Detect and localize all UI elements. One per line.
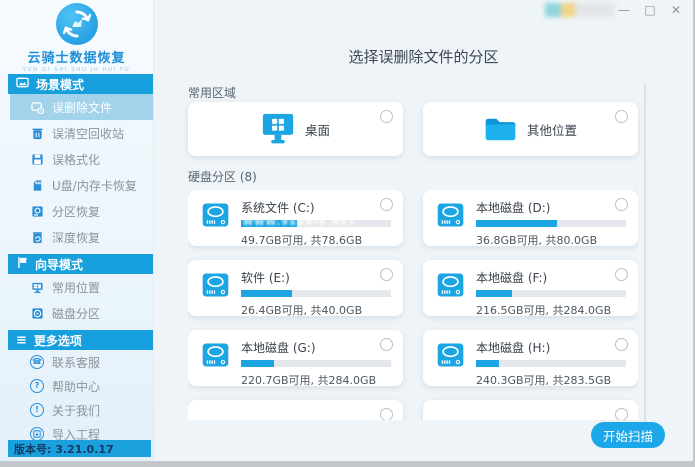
common-card-desktop[interactable]: 桌面: [188, 102, 403, 156]
version-bar: 版本号: 3.21.0.17: [8, 440, 151, 457]
sidebar-item-deep-recovery[interactable]: 深度恢复: [10, 224, 153, 250]
radio-desktop[interactable]: [380, 110, 393, 123]
radio-other-location[interactable]: [615, 110, 628, 123]
common-card-other-location[interactable]: 其他位置: [423, 102, 638, 156]
disk-icon: [202, 199, 229, 231]
logo: 云骑士数据恢复 YUN QI SHI SHU JU HUI FU: [0, 0, 153, 70]
disk-icon: [202, 339, 229, 371]
exclamation-icon: !: [30, 403, 44, 417]
sidebar: 云骑士数据恢复 YUN QI SHI SHU JU HUI FU 场景模式 误删…: [0, 0, 154, 461]
common-area-label: 常用区域: [188, 84, 236, 101]
radio-disk-g[interactable]: [380, 338, 393, 351]
hamburger-icon: ≡: [16, 333, 27, 348]
disk-card-e[interactable]: 软件 (E:) 26.4GB可用, 共40.0GB: [188, 260, 403, 316]
sidebar-section-more-options: ≡ 更多选项: [8, 330, 153, 350]
disk-icon: [437, 199, 464, 231]
disk-list: 系统文件 (C:) WWW.9SBBIB.NET 49.7GB可用, 共78.6…: [188, 190, 638, 420]
app-logo-icon: [56, 3, 98, 45]
usage-bar: [476, 360, 626, 367]
phone-icon: ☎: [30, 355, 44, 369]
minimize-button[interactable]: —: [617, 3, 631, 17]
sidebar-item-emptied-recycle-bin[interactable]: 误清空回收站: [10, 120, 153, 146]
hdd-icon: [30, 306, 44, 320]
radio-disk-f[interactable]: [615, 268, 628, 281]
common-area-grid: 桌面 其他位置: [188, 102, 638, 156]
page-title: 选择误删除文件的分区: [154, 46, 693, 67]
radio-disk-partial[interactable]: [615, 408, 628, 420]
monitor-icon: [30, 280, 44, 294]
wizard-flag-icon: [16, 256, 28, 272]
sidebar-item-partition-recovery[interactable]: 分区恢复: [10, 198, 153, 224]
recycle-bin-icon: [30, 126, 44, 140]
disk-card-g[interactable]: 本地磁盘 (G:) 220.7GB可用, 共284.0GB: [188, 330, 403, 386]
watermark: WWW.9SBBIB.NET: [243, 218, 356, 228]
close-button[interactable]: ✕: [669, 3, 683, 17]
usage-bar: [241, 360, 391, 367]
sidebar-item-contact-support[interactable]: ☎ 联系客服: [10, 350, 153, 374]
folder-icon: [484, 116, 517, 143]
radio-disk-h[interactable]: [615, 338, 628, 351]
app-name: 云骑士数据恢复: [0, 47, 153, 66]
sidebar-item-about-us[interactable]: ! 关于我们: [10, 398, 153, 422]
sidebar-item-help-center[interactable]: ? 帮助中心: [10, 374, 153, 398]
sidebar-section-wizard-mode: 向导模式: [8, 254, 153, 274]
start-scan-button[interactable]: 开始扫描: [591, 422, 665, 448]
app-window: 云骑士数据恢复 YUN QI SHI SHU JU HUI FU 场景模式 误删…: [0, 0, 693, 461]
deleted-file-icon: [30, 100, 44, 114]
blurred-block: [575, 3, 615, 17]
deep-recovery-icon: [30, 230, 44, 244]
disk-card-h[interactable]: 本地磁盘 (H:) 240.3GB可用, 共283.5GB: [423, 330, 638, 386]
blurred-block: [545, 3, 561, 17]
disk-card-c[interactable]: 系统文件 (C:) WWW.9SBBIB.NET 49.7GB可用, 共78.6…: [188, 190, 403, 246]
radio-disk-c[interactable]: [380, 198, 393, 211]
disk-partitions-label: 硬盘分区 (8): [188, 168, 257, 185]
usage-bar: [476, 290, 626, 297]
maximize-button[interactable]: □: [643, 3, 657, 17]
disk-card-partial[interactable]: [188, 400, 403, 420]
usage-bar: [476, 220, 626, 227]
blurred-block: [561, 3, 575, 17]
usage-bar: WWW.9SBBIB.NET: [241, 220, 391, 227]
sidebar-item-usb-card-recovery[interactable]: U盘/内存卡恢复: [10, 172, 153, 198]
window-controls: — □ ✕: [617, 3, 683, 17]
import-icon: [30, 427, 44, 441]
desktop-icon: [261, 113, 295, 145]
radio-disk-e[interactable]: [380, 268, 393, 281]
sidebar-item-formatted[interactable]: 误格式化: [10, 146, 153, 172]
format-floppy-icon: [30, 152, 44, 166]
memory-card-icon: [30, 178, 44, 192]
radio-disk-d[interactable]: [615, 198, 628, 211]
blurred-user-info: [545, 3, 615, 17]
sidebar-item-disk-partitions[interactable]: 磁盘分区: [10, 300, 153, 326]
sidebar-section-scene-mode: 场景模式: [8, 74, 153, 94]
scene-mode-icon: [16, 76, 29, 92]
usage-bar: [241, 290, 391, 297]
main-panel: — □ ✕ 选择误删除文件的分区 常用区域 桌面 其他位置 硬盘分区 (8): [154, 0, 693, 461]
disk-card-d[interactable]: 本地磁盘 (D:) 36.8GB可用, 共80.0GB: [423, 190, 638, 246]
disk-card-f[interactable]: 本地磁盘 (F:) 216.5GB可用, 共284.0GB: [423, 260, 638, 316]
partition-recovery-icon: [30, 204, 44, 218]
disk-icon: [202, 269, 229, 301]
disk-icon: [437, 339, 464, 371]
scrollbar[interactable]: [644, 84, 646, 422]
sidebar-item-common-locations[interactable]: 常用位置: [10, 274, 153, 300]
question-icon: ?: [30, 379, 44, 393]
disk-icon: [437, 269, 464, 301]
disk-card-partial[interactable]: [423, 400, 638, 420]
sidebar-item-deleted-files[interactable]: 误删除文件: [10, 94, 153, 120]
radio-disk-partial[interactable]: [380, 408, 393, 420]
app-name-pinyin: YUN QI SHI SHU JU HUI FU: [0, 67, 153, 73]
